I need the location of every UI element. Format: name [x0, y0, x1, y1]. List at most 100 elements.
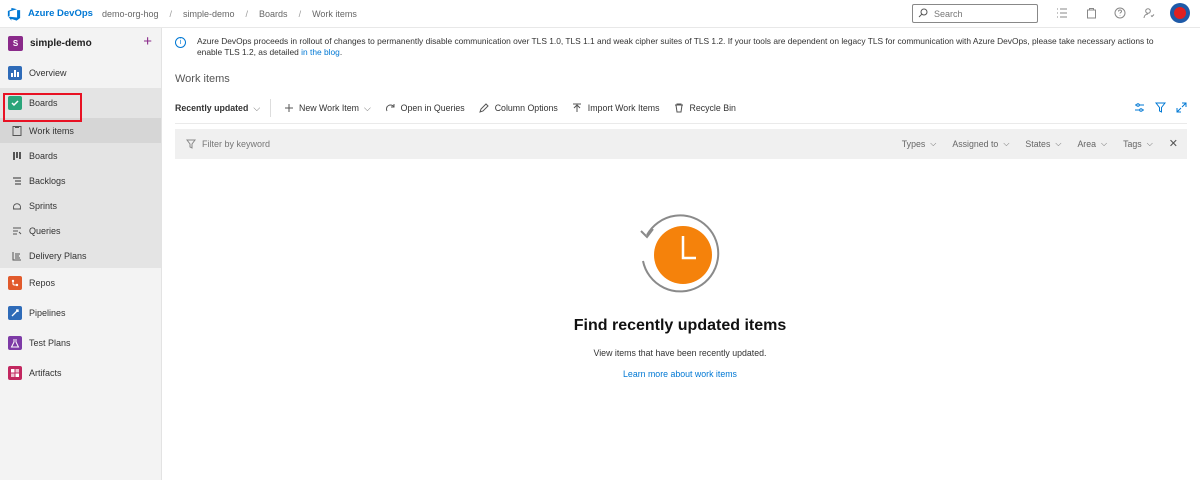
sidebar-subitem-queries[interactable]: Queries — [0, 218, 161, 243]
search-icon — [918, 7, 928, 20]
chevron-down-icon: ⌵ — [1003, 138, 1010, 148]
top-bar: Azure DevOps demo-org-hog / simple-demo … — [0, 0, 1200, 28]
recycle-bin-button[interactable]: Recycle Bin — [673, 103, 736, 114]
filter-types-dropdown[interactable]: Types ⌵ — [902, 139, 937, 149]
view-selector[interactable]: Recently updated ⌵ — [175, 103, 260, 114]
open-in-queries-button[interactable]: Open in Queries — [385, 103, 465, 114]
sidebar-item-test-plans[interactable]: Test Plans — [0, 328, 161, 358]
breadcrumb-work-items[interactable]: Work items — [312, 9, 357, 19]
sidebar-item-repos[interactable]: Repos — [0, 268, 161, 298]
filter-area-dropdown[interactable]: Area ⌵ — [1077, 139, 1107, 149]
filter-dropdowns: Types ⌵ Assigned to ⌵ States ⌵ Area ⌵ Tags ⌵ … — [886, 137, 1178, 150]
info-icon: i — [175, 37, 186, 48]
chevron-down-icon: ⌵ — [363, 102, 371, 113]
view-selector-label: Recently updated — [175, 103, 249, 113]
filter-dropdown-label: Types — [901, 138, 926, 149]
column-options-label: Column Options — [494, 103, 558, 113]
filter-dropdown-label: Tags — [1123, 138, 1142, 149]
sidebar-subitem-label: Delivery Plans — [29, 250, 87, 261]
upload-arrow-icon — [572, 103, 583, 114]
filter-dropdown-label: Area — [1077, 138, 1097, 149]
artifacts-icon — [8, 366, 22, 380]
new-work-item-button[interactable]: New Work Item ⌵ — [283, 103, 371, 114]
sidebar-subitem-label: Boards — [29, 150, 58, 161]
filter-icon[interactable] — [1154, 101, 1166, 113]
import-work-items-button[interactable]: Import Work Items — [572, 103, 660, 114]
close-icon[interactable]: ✕ — [1169, 137, 1178, 150]
sidebar-item-label: Overview — [29, 68, 67, 78]
sidebar-subitem-label: Backlogs — [29, 175, 66, 186]
sidebar-item-label: Artifacts — [29, 368, 62, 378]
breadcrumb-separator: / — [245, 8, 249, 19]
chevron-down-icon: ⌵ — [253, 102, 260, 113]
help-icon[interactable] — [1114, 7, 1126, 19]
filter-states-dropdown[interactable]: States ⌵ — [1025, 139, 1061, 149]
queries-icon — [11, 225, 22, 236]
column-options-button[interactable]: Column Options — [479, 103, 558, 114]
filter-dropdown-label: States — [1025, 138, 1051, 149]
sidebar-item-label: Repos — [29, 278, 56, 288]
chevron-down-icon: ⌵ — [1101, 138, 1108, 148]
filter-tags-dropdown[interactable]: Tags ⌵ — [1123, 139, 1153, 149]
list-icon[interactable] — [1056, 7, 1068, 19]
sidebar-item-overview[interactable]: Overview — [0, 58, 161, 88]
search-input[interactable]: Search — [912, 4, 1038, 23]
page-title: Work items — [175, 73, 230, 85]
breadcrumb-boards[interactable]: Boards — [259, 9, 288, 19]
test-plans-icon — [8, 336, 22, 350]
filter-bar: Filter by keyword Types ⌵ Assigned to ⌵ St… — [175, 129, 1187, 159]
sidebar-item-pipelines[interactable]: Pipelines — [0, 298, 161, 328]
recent-clock-illustration-icon — [640, 214, 720, 293]
project-name[interactable]: simple-demo — [30, 38, 92, 49]
toolbar: Recently updated ⌵ New Work Item ⌵ Open … — [175, 98, 1187, 118]
toolbar-divider — [270, 99, 271, 117]
board-columns-icon — [11, 150, 22, 161]
breadcrumb-org[interactable]: demo-org-hog — [102, 9, 159, 19]
sidebar-subitem-boards[interactable]: Boards — [0, 143, 161, 168]
open-in-queries-label: Open in Queries — [400, 103, 465, 113]
sidebar-subitem-sprints[interactable]: Sprints — [0, 193, 161, 218]
banner-blog-link[interactable]: in the blog — [301, 47, 340, 57]
sidebar-subitem-delivery-plans[interactable]: Delivery Plans — [0, 243, 161, 268]
avatar[interactable] — [1170, 3, 1190, 23]
pipelines-icon — [8, 306, 22, 320]
fullscreen-icon[interactable] — [1175, 101, 1187, 113]
user-settings-icon[interactable] — [1143, 7, 1155, 19]
filter-keyword-input[interactable]: Filter by keyword — [202, 139, 270, 149]
overview-icon — [8, 66, 22, 80]
marketplace-bag-icon[interactable] — [1085, 7, 1097, 19]
project-header[interactable]: S simple-demo + — [0, 28, 161, 58]
work-items-icon — [11, 125, 22, 136]
pencil-icon — [479, 103, 490, 114]
sidebar-subitem-backlogs[interactable]: Backlogs — [0, 168, 161, 193]
sidebar-item-artifacts[interactable]: Artifacts — [0, 358, 161, 388]
chevron-down-icon: ⌵ — [930, 138, 937, 148]
filter-assigned-to-dropdown[interactable]: Assigned to ⌵ — [952, 139, 1009, 149]
redo-arrow-icon — [385, 103, 396, 114]
banner-end: . — [339, 47, 343, 57]
tls-banner: i Azure DevOps proceeds in rollout of ch… — [163, 28, 1200, 63]
brand-link[interactable]: Azure DevOps — [28, 8, 93, 19]
sidebar-subitem-label: Work items — [29, 125, 74, 136]
sidebar-subitem-label: Queries — [29, 225, 61, 236]
breadcrumb-separator: / — [298, 8, 302, 19]
trash-icon — [673, 103, 684, 114]
empty-state-subtitle: View items that have been recently updat… — [593, 348, 767, 358]
add-icon[interactable]: + — [143, 34, 152, 49]
azure-devops-logo-icon[interactable] — [7, 6, 23, 22]
toolbar-divider-line — [175, 123, 1187, 124]
view-options-icon[interactable] — [1133, 101, 1145, 113]
import-work-items-label: Import Work Items — [587, 103, 660, 113]
toolbar-right-actions — [1133, 101, 1187, 113]
learn-more-link[interactable]: Learn more about work items — [480, 369, 880, 379]
filter-funnel-icon — [186, 139, 197, 150]
sidebar-subitem-label: Sprints — [29, 200, 58, 211]
backlogs-icon — [11, 175, 22, 186]
sidebar-item-label: Test Plans — [29, 338, 71, 348]
new-work-item-label: New Work Item — [299, 103, 359, 113]
breadcrumb-separator: / — [169, 8, 172, 19]
filter-dropdown-label: Assigned to — [952, 138, 999, 149]
banner-text: Azure DevOps proceeds in rollout of chan… — [197, 36, 1177, 58]
repos-icon — [8, 276, 22, 290]
breadcrumb-project[interactable]: simple-demo — [183, 9, 235, 19]
